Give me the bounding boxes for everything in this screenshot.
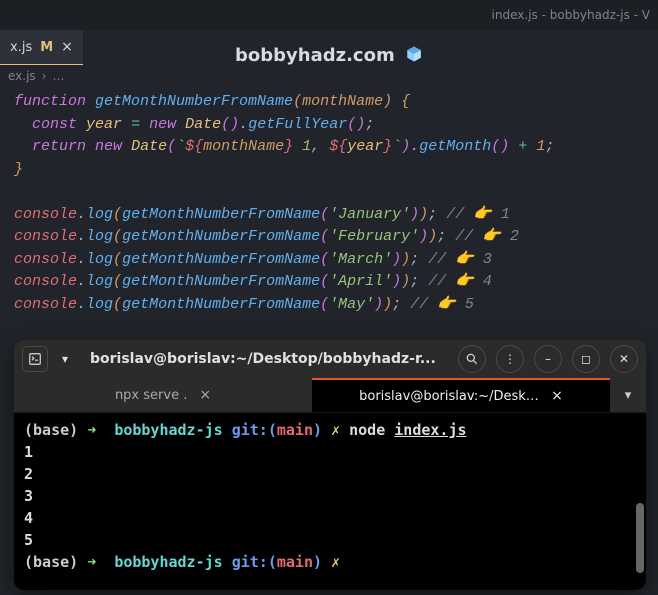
- close-icon: ✕: [619, 352, 629, 366]
- close-icon[interactable]: ×: [551, 388, 563, 404]
- terminal-title-bar: ▾ borislav@borislav:~/Desktop/bobbyhadz-…: [14, 340, 646, 378]
- minimize-icon: –: [545, 352, 551, 366]
- breadcrumb-file: ex.js: [8, 69, 36, 83]
- add-tab-button[interactable]: ▾: [610, 378, 646, 412]
- terminal-tab-2[interactable]: borislav@borislav:~/Desktop/b… ×: [312, 378, 610, 412]
- terminal-window: ▾ borislav@borislav:~/Desktop/bobbyhadz-…: [14, 340, 646, 590]
- close-icon[interactable]: ×: [61, 39, 73, 55]
- window-title: index.js - bobbyhadz-js - V: [492, 8, 650, 22]
- terminal-body[interactable]: (base) ➜ bobbyhadz-js git:(main) ✗ node …: [14, 413, 646, 590]
- terminal-tabs: npx serve . × borislav@borislav:~/Deskto…: [14, 378, 646, 413]
- window-title-bar: index.js - bobbyhadz-js - V: [0, 0, 658, 30]
- dropdown-icon[interactable]: ▾: [56, 346, 74, 372]
- search-icon: [465, 352, 479, 366]
- breadcrumb-more: …: [53, 69, 65, 83]
- new-tab-button[interactable]: [22, 346, 48, 372]
- code-editor[interactable]: function getMonthNumberFromName(monthNam…: [0, 87, 658, 320]
- editor-tab-index-js[interactable]: x.js M ×: [0, 30, 83, 65]
- terminal-tab-1[interactable]: npx serve . ×: [14, 378, 312, 412]
- search-button[interactable]: [458, 345, 486, 373]
- tab-name: x.js: [10, 40, 32, 55]
- terminal-icon: [28, 352, 42, 366]
- maximize-icon: ◻: [581, 352, 591, 366]
- tab-modified-indicator: M: [40, 40, 53, 55]
- terminal-title: borislav@borislav:~/Desktop/bobbyhadz-r.…: [82, 351, 450, 367]
- editor-tab-bar: x.js M ×: [0, 30, 658, 65]
- menu-button[interactable]: ⋮: [496, 345, 524, 373]
- close-button[interactable]: ✕: [610, 345, 638, 373]
- maximize-button[interactable]: ◻: [572, 345, 600, 373]
- kebab-icon: ⋮: [504, 352, 516, 366]
- chevron-down-icon: ▾: [625, 388, 632, 403]
- minimize-button[interactable]: –: [534, 345, 562, 373]
- scrollbar[interactable]: [636, 503, 644, 573]
- breadcrumb[interactable]: ex.js › …: [0, 65, 658, 87]
- chevron-right-icon: ›: [42, 69, 47, 83]
- close-icon[interactable]: ×: [199, 387, 211, 403]
